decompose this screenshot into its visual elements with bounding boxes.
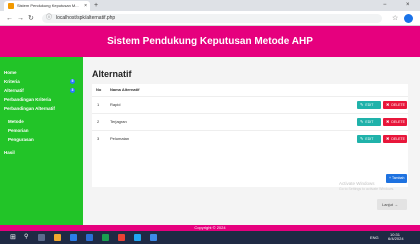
sidebar-item-metode[interactable]: Metode xyxy=(0,117,83,126)
windows-taskbar: ⊞ ⚲ ENG 10:31 6/4/2024 xyxy=(0,231,420,244)
sidebar-item-label: Home xyxy=(4,70,17,75)
sidebar-item-label: Pengurasan xyxy=(8,137,34,142)
tab-close-icon[interactable]: × xyxy=(84,2,87,10)
sidebar-item-pengurasan[interactable]: Pengurasan xyxy=(0,135,83,144)
sidebar-item-label: Kriteria xyxy=(4,79,20,84)
delete-button[interactable]: ✖ DELETE xyxy=(383,135,407,143)
windows-start-icon[interactable]: ⊞ xyxy=(10,233,16,242)
task-view-icon[interactable] xyxy=(38,234,45,241)
sidebar: Home Kriteria 5 Alternatif 3 Perbandinga… xyxy=(0,57,83,225)
url-input[interactable]: ⓘ localhost/spk/alternatif.php xyxy=(42,14,382,23)
app-header: Sistem Pendukung Keputusan Metode AHP xyxy=(0,26,420,57)
add-alternatif-button[interactable]: + Tambah xyxy=(386,174,407,183)
next-button[interactable]: Lanjut → xyxy=(377,199,407,210)
sidebar-item-label: Alternatif xyxy=(4,88,24,93)
next-button-label: Lanjut xyxy=(382,202,393,207)
browser-tab-bar: Sistem Pendukung Keputusan M... × + − × xyxy=(0,0,420,11)
sidebar-item-pemorian[interactable]: Pemorian xyxy=(0,126,83,135)
trash-icon: ✖ xyxy=(386,136,390,141)
row-number: 2 xyxy=(97,119,100,124)
tab-title: Sistem Pendukung Keputusan M... xyxy=(17,3,79,8)
trash-icon: ✖ xyxy=(386,102,390,107)
column-header-nama-alternatif: Nama Alternatif xyxy=(110,87,140,92)
add-button-label: Tambah xyxy=(391,176,405,180)
page-title: Sistem Pendukung Keputusan Metode AHP xyxy=(107,36,313,47)
sidebar-item-home[interactable]: Home xyxy=(0,68,83,77)
sidebar-item-label: Pemorian xyxy=(8,128,29,133)
edit-button[interactable]: ✎ EDIT xyxy=(357,118,381,126)
file-explorer-icon[interactable] xyxy=(54,234,61,241)
edit-icon: ✎ xyxy=(360,136,364,141)
vscode-icon[interactable] xyxy=(134,234,141,241)
arrow-right-icon: → xyxy=(392,202,399,207)
delete-button-label: DELETE xyxy=(391,120,405,124)
row-name: Pelumatan xyxy=(110,136,130,141)
row-name: Rapid xyxy=(110,102,121,107)
section-title: Alternatif xyxy=(92,69,132,79)
chrome-icon[interactable] xyxy=(118,234,125,241)
sidebar-item-label: Perbandingan Alternatif xyxy=(4,106,55,111)
count-badge: 5 xyxy=(70,79,75,84)
table-row: 1 Rapid ✎ EDIT ✖ DELETE xyxy=(92,96,408,113)
sidebar-item-perbandingan-alternatif[interactable]: Perbandingan Alternatif xyxy=(0,104,83,113)
sidebar-item-label: Hasil xyxy=(4,150,15,155)
row-number: 3 xyxy=(97,136,100,141)
edit-button-label: EDIT xyxy=(365,103,374,107)
row-number: 1 xyxy=(97,102,100,107)
profile-avatar[interactable] xyxy=(404,14,413,23)
app-icon[interactable] xyxy=(150,234,157,241)
edit-button[interactable]: ✎ EDIT xyxy=(357,135,381,143)
delete-button[interactable]: ✖ DELETE xyxy=(383,118,407,126)
edge-icon[interactable] xyxy=(70,234,77,241)
delete-button-label: DELETE xyxy=(391,103,405,107)
forward-icon[interactable]: → xyxy=(17,14,24,23)
reload-icon[interactable]: ↻ xyxy=(28,14,34,23)
sidebar-item-perbandingan-kriteria[interactable]: Perbandingan Kriteria xyxy=(0,95,83,104)
alternatif-table: No Nama Alternatif 1 Rapid ✎ EDIT ✖ DELETE… xyxy=(92,84,408,187)
favicon-icon xyxy=(8,3,14,9)
new-tab-button[interactable]: + xyxy=(94,1,98,10)
address-bar: ← → ↻ ⓘ localhost/spk/alternatif.php ☆ xyxy=(0,11,420,26)
sidebar-item-label: Metode xyxy=(8,119,24,124)
edit-icon: ✎ xyxy=(360,102,364,107)
store-icon[interactable] xyxy=(102,234,109,241)
count-badge: 3 xyxy=(70,88,75,93)
back-icon[interactable]: ← xyxy=(6,14,13,23)
site-info-icon[interactable]: ⓘ xyxy=(46,14,52,23)
table-row: 2 Terjagran ✎ EDIT ✖ DELETE xyxy=(92,113,408,130)
browser-tab[interactable]: Sistem Pendukung Keputusan M... × xyxy=(4,1,90,11)
url-text: localhost/spk/alternatif.php xyxy=(56,15,116,21)
window-close-icon[interactable]: × xyxy=(406,1,410,10)
sidebar-item-hasil[interactable]: Hasil xyxy=(0,148,83,157)
delete-button-label: DELETE xyxy=(391,137,405,141)
main-content: Alternatif No Nama Alternatif 1 Rapid ✎ E… xyxy=(83,57,420,225)
tray-date[interactable]: 6/4/2024 xyxy=(388,234,404,243)
edit-button-label: EDIT xyxy=(365,137,374,141)
edit-button[interactable]: ✎ EDIT xyxy=(357,101,381,109)
sidebar-item-label: Perbandingan Kriteria xyxy=(4,97,52,102)
bookmark-star-icon[interactable]: ☆ xyxy=(392,14,398,23)
column-header-no: No xyxy=(96,87,102,92)
minimize-icon[interactable]: − xyxy=(383,1,387,10)
trash-icon: ✖ xyxy=(386,119,390,124)
search-icon[interactable]: ⚲ xyxy=(24,233,28,242)
table-row: 3 Pelumatan ✎ EDIT ✖ DELETE xyxy=(92,130,408,147)
edit-button-label: EDIT xyxy=(365,120,374,124)
sidebar-item-alternatif[interactable]: Alternatif 3 xyxy=(0,86,83,95)
sidebar-item-kriteria[interactable]: Kriteria 5 xyxy=(0,77,83,86)
mail-icon[interactable] xyxy=(86,234,93,241)
delete-button[interactable]: ✖ DELETE xyxy=(383,101,407,109)
activate-windows-subtext: Go to Settings to activate Windows. xyxy=(339,187,395,191)
row-name: Terjagran xyxy=(110,119,127,124)
tray-language[interactable]: ENG xyxy=(370,233,379,242)
edit-icon: ✎ xyxy=(360,119,364,124)
